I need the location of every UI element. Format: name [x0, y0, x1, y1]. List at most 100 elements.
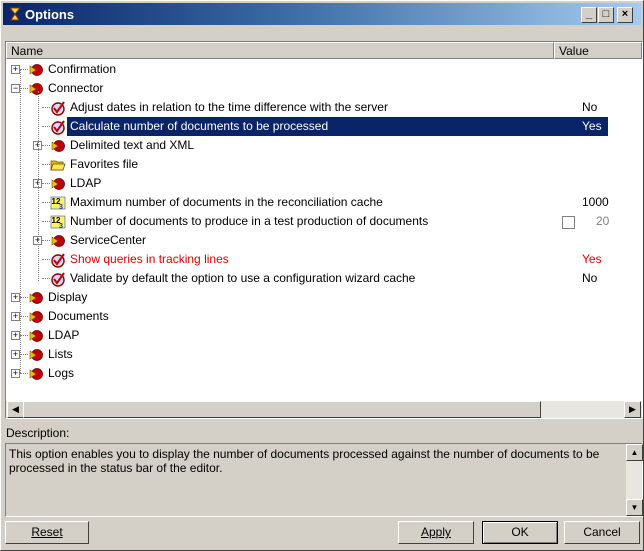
folder-node-icon [28, 62, 44, 78]
tree-row-label: Logs [48, 366, 75, 380]
tree-row-value: 20 [596, 214, 610, 228]
scroll-thumb[interactable] [23, 401, 541, 418]
tree-connector [42, 278, 50, 279]
option-checkbox[interactable] [562, 216, 575, 229]
tree-row-label: Confirmation [48, 62, 117, 76]
expand-toggle-icon[interactable]: + [11, 331, 20, 340]
window-title: Options [25, 7, 75, 22]
scroll-left-button[interactable]: ◀ [7, 401, 24, 418]
description-label: Description: [6, 426, 70, 440]
tree-row[interactable]: − Connector [6, 79, 642, 98]
tree-row[interactable]: + Documents [6, 307, 642, 326]
maximize-button[interactable]: □ [598, 7, 614, 23]
svg-text:3: 3 [59, 204, 63, 211]
tree-row[interactable]: Validate by default the option to use a … [6, 269, 642, 288]
tree-row-label: Show queries in tracking lines [70, 252, 229, 266]
tree-row-value: No [582, 100, 598, 114]
folder-node-icon [50, 233, 66, 249]
options-dialog: Options _ □ × Name Value + Confirmation − C… [0, 0, 644, 551]
tree-row[interactable]: + Display [6, 288, 642, 307]
tree-row-label: ServiceCenter [70, 233, 147, 247]
tree-row[interactable]: 12 3 Maximum number of documents in the re… [6, 193, 642, 212]
tree-row[interactable]: + Lists [6, 345, 642, 364]
option-check-icon [50, 100, 66, 116]
tree-row[interactable]: + ServiceCenter [6, 231, 642, 250]
tree-row-value: No [582, 271, 598, 285]
tree-row[interactable]: + Delimited text and XML [6, 136, 642, 155]
tree-connector [20, 373, 28, 374]
tree-row[interactable]: Favorites file [6, 155, 642, 174]
description-box: This option enables you to display the n… [5, 443, 643, 517]
tree-row[interactable]: + Logs [6, 364, 642, 383]
option-check-icon [50, 271, 66, 287]
tree-row-value: Yes [582, 252, 602, 266]
tree-row-label: LDAP [48, 328, 80, 342]
tree-row-label: Lists [48, 347, 73, 361]
minimize-button[interactable]: _ [581, 7, 597, 23]
reset-button[interactable]: Reset [5, 521, 89, 544]
tree-connector [42, 126, 50, 127]
apply-button[interactable]: Apply [398, 521, 474, 544]
option-check-icon [50, 119, 66, 135]
tree-connector [20, 69, 28, 70]
tree-row-label: LDAP [70, 176, 102, 190]
tree-connector [42, 183, 50, 184]
column-header-name[interactable]: Name [6, 42, 554, 59]
number-icon: 12 3 [50, 195, 66, 211]
tree-row-label: Connector [48, 81, 104, 95]
horizontal-scrollbar[interactable]: ◀ ▶ [6, 401, 642, 418]
scroll-right-button[interactable]: ▶ [624, 401, 641, 418]
expand-toggle-icon[interactable]: + [11, 350, 20, 359]
tree-row[interactable]: + LDAP [6, 326, 642, 345]
tree-row-label: Favorites file [70, 157, 139, 171]
cancel-button[interactable]: Cancel [564, 521, 640, 544]
tree-row-label: Documents [48, 309, 109, 323]
tree-connector [42, 107, 50, 108]
tree-connector [20, 297, 28, 298]
column-header-value[interactable]: Value [554, 42, 642, 59]
expand-toggle-icon[interactable]: + [11, 312, 20, 321]
tree-connector [42, 259, 50, 260]
tree-connector [20, 354, 28, 355]
scroll-down-button[interactable]: ▼ [626, 499, 643, 516]
expand-toggle-icon[interactable]: + [11, 65, 20, 74]
tree-connector [42, 202, 50, 203]
tree-row-label: Number of documents to produce in a test… [70, 214, 429, 228]
tree-row-label: Delimited text and XML [70, 138, 195, 152]
apply-label: Apply [420, 525, 452, 539]
options-tree[interactable]: Name Value + Confirmation − Connector Adjust… [5, 41, 643, 419]
tree-row-label: Adjust dates in relation to the time dif… [70, 100, 388, 114]
folder-node-icon [28, 290, 44, 306]
tree-row[interactable]: 12 3 Number of documents to produce in a t… [6, 212, 642, 231]
tree-row-label: Calculate number of documents to be proc… [68, 117, 331, 136]
tree-connector [20, 316, 28, 317]
open-folder-icon [50, 157, 66, 173]
folder-node-icon [28, 366, 44, 382]
close-button[interactable]: × [617, 7, 633, 23]
expand-toggle-icon[interactable]: + [11, 293, 20, 302]
scroll-up-button[interactable]: ▲ [626, 444, 643, 461]
tree-row[interactable]: + LDAP [6, 174, 642, 193]
tree-connector [20, 335, 28, 336]
tree-row-value: 1000 [582, 195, 609, 209]
tree-connector [42, 240, 50, 241]
folder-node-icon [28, 81, 44, 97]
folder-node-icon [28, 328, 44, 344]
tree-row-label: Display [48, 290, 88, 304]
expand-toggle-icon[interactable]: + [11, 369, 20, 378]
ok-button[interactable]: OK [482, 521, 558, 544]
description-scrollbar[interactable]: ▲ ▼ [626, 444, 643, 516]
tree-row[interactable]: + Confirmation [6, 60, 642, 79]
reset-label: Reset [31, 525, 63, 539]
tree-row[interactable]: Calculate number of documents to be proc… [6, 117, 642, 136]
folder-node-icon [50, 176, 66, 192]
tree-guide-line [38, 91, 39, 281]
svg-text:3: 3 [59, 223, 63, 230]
expand-toggle-icon[interactable]: − [11, 84, 20, 93]
title-bar[interactable]: Options _ □ × [3, 3, 641, 25]
tree-row[interactable]: Adjust dates in relation to the time dif… [6, 98, 642, 117]
tree-row[interactable]: Show queries in tracking lines Yes [6, 250, 642, 269]
description-text: This option enables you to display the n… [9, 447, 600, 475]
tree-connector [42, 145, 50, 146]
tree-row-label: Validate by default the option to use a … [70, 271, 416, 285]
